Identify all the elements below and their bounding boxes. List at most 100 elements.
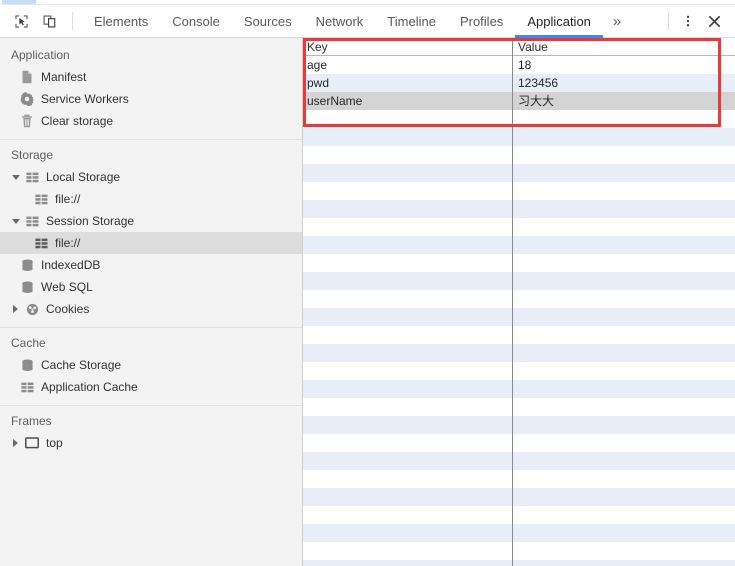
sidebar-item-top-frame[interactable]: top xyxy=(0,432,302,454)
table-grid-icon xyxy=(24,169,40,185)
column-header-key[interactable]: Key xyxy=(303,38,513,55)
cell-value[interactable]: 习大大 xyxy=(513,92,735,110)
table-empty-row xyxy=(303,290,735,308)
table-row-selected[interactable]: userName 习大大 xyxy=(303,92,735,110)
empty-rows-area xyxy=(303,110,735,566)
manifest-document-icon xyxy=(19,69,35,85)
devtools-window: Elements Console Sources Network Timelin… xyxy=(0,0,735,566)
tab-network[interactable]: Network xyxy=(304,5,376,38)
sidebar-item-application-cache[interactable]: Application Cache xyxy=(0,376,302,398)
database-icon xyxy=(19,257,35,273)
sidebar-item-session-storage[interactable]: Session Storage xyxy=(0,210,302,232)
chevron-down-icon[interactable] xyxy=(11,172,22,183)
database-icon xyxy=(19,357,35,373)
sidebar-section-cache: Cache xyxy=(11,336,46,350)
devtools-body: Application Manifest Service Workers Cle… xyxy=(0,38,735,566)
storage-panel: Key Value age 18 pwd 123456 userName 习大大 xyxy=(303,38,735,566)
table-empty-row xyxy=(303,542,735,560)
more-tabs-icon[interactable]: » xyxy=(603,5,631,38)
cell-key[interactable]: pwd xyxy=(303,74,513,92)
sidebar-item-label: top xyxy=(46,436,63,450)
cookie-icon xyxy=(24,301,40,317)
sidebar-item-cookies[interactable]: Cookies xyxy=(0,298,302,320)
chevron-right-icon[interactable] xyxy=(11,438,22,449)
table-empty-row xyxy=(303,398,735,416)
table-grid-icon xyxy=(33,235,49,251)
table-header-row: Key Value xyxy=(303,38,735,56)
tab-profiles[interactable]: Profiles xyxy=(448,5,515,38)
sidebar-item-label: Service Workers xyxy=(41,92,129,106)
chevron-right-icon[interactable] xyxy=(11,304,22,315)
sidebar-section-application: Application xyxy=(11,48,70,62)
table-empty-row xyxy=(303,326,735,344)
table-empty-row xyxy=(303,110,735,128)
tab-label: Sources xyxy=(243,13,292,29)
table-empty-row xyxy=(303,308,735,326)
cell-value[interactable]: 18 xyxy=(513,56,735,74)
sidebar-divider xyxy=(0,405,302,406)
device-toolbar-icon[interactable] xyxy=(35,8,63,34)
devtools-toolbar: Elements Console Sources Network Timelin… xyxy=(0,5,735,38)
sidebar-item-manifest[interactable]: Manifest xyxy=(0,66,302,88)
toolbar-divider-right xyxy=(668,12,669,30)
gear-icon xyxy=(19,91,35,107)
sidebar-item-label: file:// xyxy=(55,192,81,206)
toolbar-right-group xyxy=(666,5,735,38)
cell-key[interactable]: age xyxy=(303,56,513,74)
table-empty-row xyxy=(303,434,735,452)
column-header-value[interactable]: Value xyxy=(513,38,735,55)
sidebar-item-label: IndexedDB xyxy=(41,258,101,272)
sidebar-item-service-workers[interactable]: Service Workers xyxy=(0,88,302,110)
tab-sources[interactable]: Sources xyxy=(232,5,304,38)
toolbar-divider xyxy=(72,12,73,30)
sidebar-item-indexeddb[interactable]: IndexedDB xyxy=(0,254,302,276)
table-empty-row xyxy=(303,254,735,272)
sidebar-item-label: Clear storage xyxy=(41,114,114,128)
table-empty-row xyxy=(303,272,735,290)
sidebar-item-label: Manifest xyxy=(41,70,87,84)
table-empty-row xyxy=(303,164,735,182)
tab-application[interactable]: Application xyxy=(515,5,603,38)
sidebar-divider xyxy=(0,327,302,328)
tab-console[interactable]: Console xyxy=(160,5,232,38)
table-empty-row xyxy=(303,470,735,488)
close-icon[interactable] xyxy=(701,8,727,34)
sidebar-item-cache-storage[interactable]: Cache Storage xyxy=(0,354,302,376)
tab-label: Timeline xyxy=(387,13,436,29)
cell-value[interactable]: 123456 xyxy=(513,74,735,92)
cell-key[interactable]: userName xyxy=(303,92,513,110)
table-empty-row xyxy=(303,200,735,218)
database-icon xyxy=(19,279,35,295)
tab-label: Application xyxy=(527,13,591,29)
table-grid-icon xyxy=(24,213,40,229)
table-grid-icon xyxy=(33,191,49,207)
sidebar-item-clear-storage[interactable]: Clear storage xyxy=(0,110,302,132)
sidebar-section-storage: Storage xyxy=(11,148,54,162)
application-sidebar: Application Manifest Service Workers Cle… xyxy=(0,38,303,566)
table-empty-row xyxy=(303,182,735,200)
column-resize-handle[interactable] xyxy=(512,38,513,566)
table-empty-row xyxy=(303,506,735,524)
kebab-menu-icon[interactable] xyxy=(675,8,701,34)
more-tabs-label: » xyxy=(612,12,622,30)
table-empty-row xyxy=(303,344,735,362)
table-row[interactable]: pwd 123456 xyxy=(303,74,735,92)
tab-label: Profiles xyxy=(459,13,504,29)
key-value-table: Key Value age 18 pwd 123456 userName 习大大 xyxy=(303,38,735,566)
table-empty-row xyxy=(303,380,735,398)
inspect-cursor-icon[interactable] xyxy=(7,8,35,34)
sidebar-divider xyxy=(0,139,302,140)
sidebar-item-session-storage-origin[interactable]: file:// xyxy=(0,232,302,254)
tab-label: Elements xyxy=(94,13,149,29)
tab-elements[interactable]: Elements xyxy=(82,5,160,38)
table-grid-icon xyxy=(19,379,35,395)
table-empty-row xyxy=(303,128,735,146)
table-row[interactable]: age 18 xyxy=(303,56,735,74)
table-empty-row xyxy=(303,218,735,236)
sidebar-item-local-storage[interactable]: Local Storage xyxy=(0,166,302,188)
table-empty-row xyxy=(303,146,735,164)
chevron-down-icon[interactable] xyxy=(11,216,22,227)
tab-timeline[interactable]: Timeline xyxy=(375,5,448,38)
sidebar-item-web-sql[interactable]: Web SQL xyxy=(0,276,302,298)
sidebar-item-local-storage-origin[interactable]: file:// xyxy=(0,188,302,210)
